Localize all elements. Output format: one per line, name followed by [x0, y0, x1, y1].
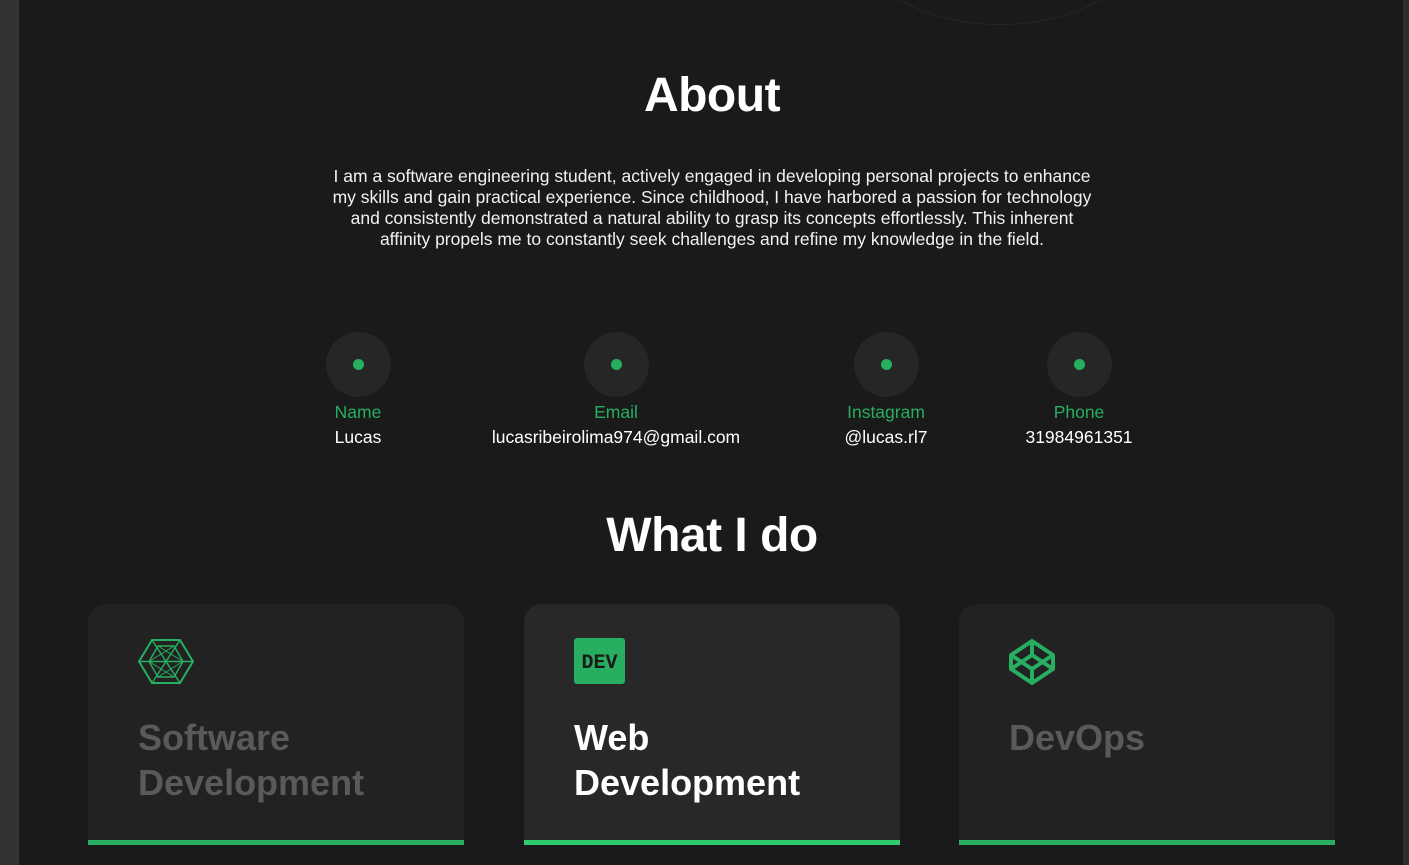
service-card-devops[interactable]: DevOps [959, 604, 1335, 845]
contact-icon-circle [853, 332, 919, 397]
service-card-web[interactable]: DEV Web Development [524, 604, 900, 845]
card-accent-bar [959, 840, 1335, 845]
about-paragraph: I am a software engineering student, act… [332, 166, 1092, 249]
hexagon-mesh-icon [138, 639, 194, 684]
about-heading: About [643, 69, 781, 122]
service-card-title: Web Development [574, 717, 801, 803]
contact-name: Name Lucas [208, 332, 508, 448]
card-accent-bar [524, 840, 900, 845]
dot-icon [352, 359, 364, 370]
dev-badge-text: DEV [581, 652, 617, 675]
scrollbar[interactable] [1403, 0, 1409, 865]
contact-icon-circle [325, 332, 391, 397]
service-card-title: Software Development [138, 717, 365, 803]
contact-icon-circle [583, 332, 649, 397]
what-i-do-heading: What I do [606, 509, 818, 562]
card-accent-bar [88, 840, 464, 845]
window-edge-left [0, 0, 19, 865]
contact-phone: Phone 31984961351 [929, 332, 1229, 448]
codepen-cube-icon [1009, 639, 1055, 685]
dot-icon [610, 359, 622, 370]
contact-label: Name [334, 402, 382, 422]
contact-label: Phone [1053, 402, 1105, 422]
contact-label: Email [594, 402, 638, 422]
contact-value: Lucas [334, 427, 382, 447]
contact-icon-circle [1046, 332, 1112, 397]
dev-badge-icon: DEV [574, 638, 625, 684]
dot-icon [880, 359, 892, 370]
service-card-title: DevOps [1009, 717, 1146, 758]
contact-email[interactable]: Email lucasribeirolima974@gmail.com [466, 332, 766, 448]
page: About I am a software engineering studen… [0, 0, 1409, 865]
decorative-arc [835, 0, 1165, 25]
service-card-software[interactable]: Software Development [88, 604, 464, 845]
contact-value: 31984961351 [1025, 427, 1133, 447]
dot-icon [1073, 359, 1085, 370]
contact-value[interactable]: lucasribeirolima974@gmail.com [466, 426, 766, 448]
